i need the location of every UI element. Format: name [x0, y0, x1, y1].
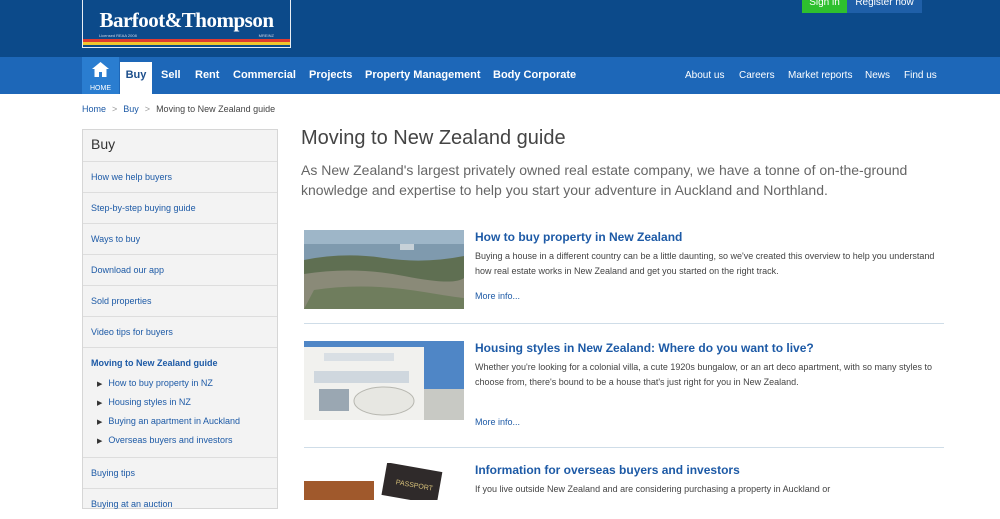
sidebar-subitem-label: Buying an apartment in Auckland	[108, 416, 240, 426]
brand-logo[interactable]: Barfoot&Thompson Licensed REAA 2008 MREI…	[82, 0, 291, 48]
card-image-art-deco-house[interactable]	[304, 341, 464, 420]
sidebar-title: Buy	[91, 136, 116, 152]
nav-property-management[interactable]: Property Management	[365, 57, 481, 94]
logo-fineprint: Licensed REAA 2008 MREINZ	[99, 33, 274, 38]
nav-news[interactable]: News	[865, 57, 890, 94]
card-image-aerial-city[interactable]	[304, 230, 464, 309]
sidebar-item-moving-to-nz[interactable]: Moving to New Zealand guide	[83, 347, 277, 378]
intro-text: As New Zealand's largest privately owned…	[301, 162, 908, 198]
nav-market-reports[interactable]: Market reports	[788, 57, 852, 94]
sign-in-button[interactable]: Sign in	[802, 0, 847, 13]
sidebar-item-download-app[interactable]: Download our app	[83, 254, 277, 285]
register-button[interactable]: Register now	[847, 0, 922, 13]
triangle-right-icon: ▶	[97, 381, 103, 388]
nav-careers[interactable]: Careers	[739, 57, 775, 94]
nav-about-us[interactable]: About us	[685, 57, 724, 94]
nav-sell[interactable]: Sell	[161, 57, 181, 94]
breadcrumb-current: Moving to New Zealand guide	[156, 104, 276, 114]
article-card: PASSPORT Information for overseas buyers…	[304, 463, 944, 500]
nav-find-us[interactable]: Find us	[904, 57, 937, 94]
sidebar-item-video-tips[interactable]: Video tips for buyers	[83, 316, 277, 347]
card-body: Whether you're looking for a colonial vi…	[475, 362, 932, 387]
card-more-link[interactable]: More info...	[475, 291, 520, 301]
divider	[304, 323, 944, 324]
sidebar-subitem[interactable]: ▶ Overseas buyers and investors	[97, 435, 232, 445]
sidebar-subitem[interactable]: ▶ Housing styles in NZ	[97, 397, 191, 407]
breadcrumb-buy[interactable]: Buy	[123, 104, 139, 114]
card-body: Buying a house in a different country ca…	[475, 251, 935, 276]
nav-commercial[interactable]: Commercial	[233, 57, 296, 94]
triangle-right-icon: ▶	[97, 400, 103, 407]
divider	[304, 447, 944, 448]
sidebar-subitem-label: Housing styles in NZ	[108, 397, 191, 407]
logo-text: Barfoot&Thompson	[99, 8, 274, 32]
logo-stripe-yellow	[83, 42, 290, 45]
nav-body-corporate[interactable]: Body Corporate	[493, 57, 576, 94]
card-image-passport[interactable]: PASSPORT	[304, 463, 464, 500]
nav-buy[interactable]: Buy	[120, 62, 152, 94]
nav-rent[interactable]: Rent	[195, 57, 219, 94]
article-card: How to buy property in New Zealand Buyin…	[304, 230, 944, 310]
logo-fineprint-left: Licensed REAA 2008	[99, 33, 137, 38]
nav-home[interactable]: HOME	[82, 57, 119, 94]
sidebar-item-ways-to-buy[interactable]: Ways to buy	[83, 223, 277, 254]
sidebar-item-step-by-step[interactable]: Step-by-step buying guide	[83, 192, 277, 223]
logo-fineprint-right: MREINZ	[258, 33, 274, 38]
breadcrumb-separator: >	[144, 104, 151, 114]
sidebar: Buy How we help buyers Step-by-step buyi…	[82, 129, 278, 509]
sidebar-subitem-label: How to buy property in NZ	[108, 378, 213, 388]
sidebar-subitem[interactable]: ▶ Buying an apartment in Auckland	[97, 416, 240, 426]
card-title[interactable]: How to buy property in New Zealand	[475, 230, 682, 244]
sidebar-item-how-we-help[interactable]: How we help buyers	[83, 161, 277, 192]
sidebar-subitem[interactable]: ▶ How to buy property in NZ	[97, 378, 213, 388]
sidebar-item-sold-properties[interactable]: Sold properties	[83, 285, 277, 316]
sidebar-subitem-label: Overseas buyers and investors	[108, 435, 233, 445]
page-title: Moving to New Zealand guide	[301, 127, 566, 149]
breadcrumb-home[interactable]: Home	[82, 104, 106, 114]
breadcrumb: Home > Buy > Moving to New Zealand guide	[82, 104, 275, 114]
house-icon	[92, 62, 109, 77]
sidebar-item-buying-at-auction[interactable]: Buying at an auction	[83, 488, 277, 519]
card-title[interactable]: Information for overseas buyers and inve…	[475, 463, 740, 477]
triangle-right-icon: ▶	[97, 438, 103, 445]
home-label: HOME	[90, 85, 111, 92]
nav-projects[interactable]: Projects	[309, 57, 352, 94]
triangle-right-icon: ▶	[97, 419, 103, 426]
card-title[interactable]: Housing styles in New Zealand: Where do …	[475, 341, 814, 355]
card-more-link[interactable]: More info...	[475, 417, 520, 427]
sidebar-item-buying-tips[interactable]: Buying tips	[83, 457, 277, 488]
breadcrumb-separator: >	[112, 104, 118, 114]
article-card: Housing styles in New Zealand: Where do …	[304, 341, 944, 427]
card-body: If you live outside New Zealand and are …	[475, 484, 831, 494]
